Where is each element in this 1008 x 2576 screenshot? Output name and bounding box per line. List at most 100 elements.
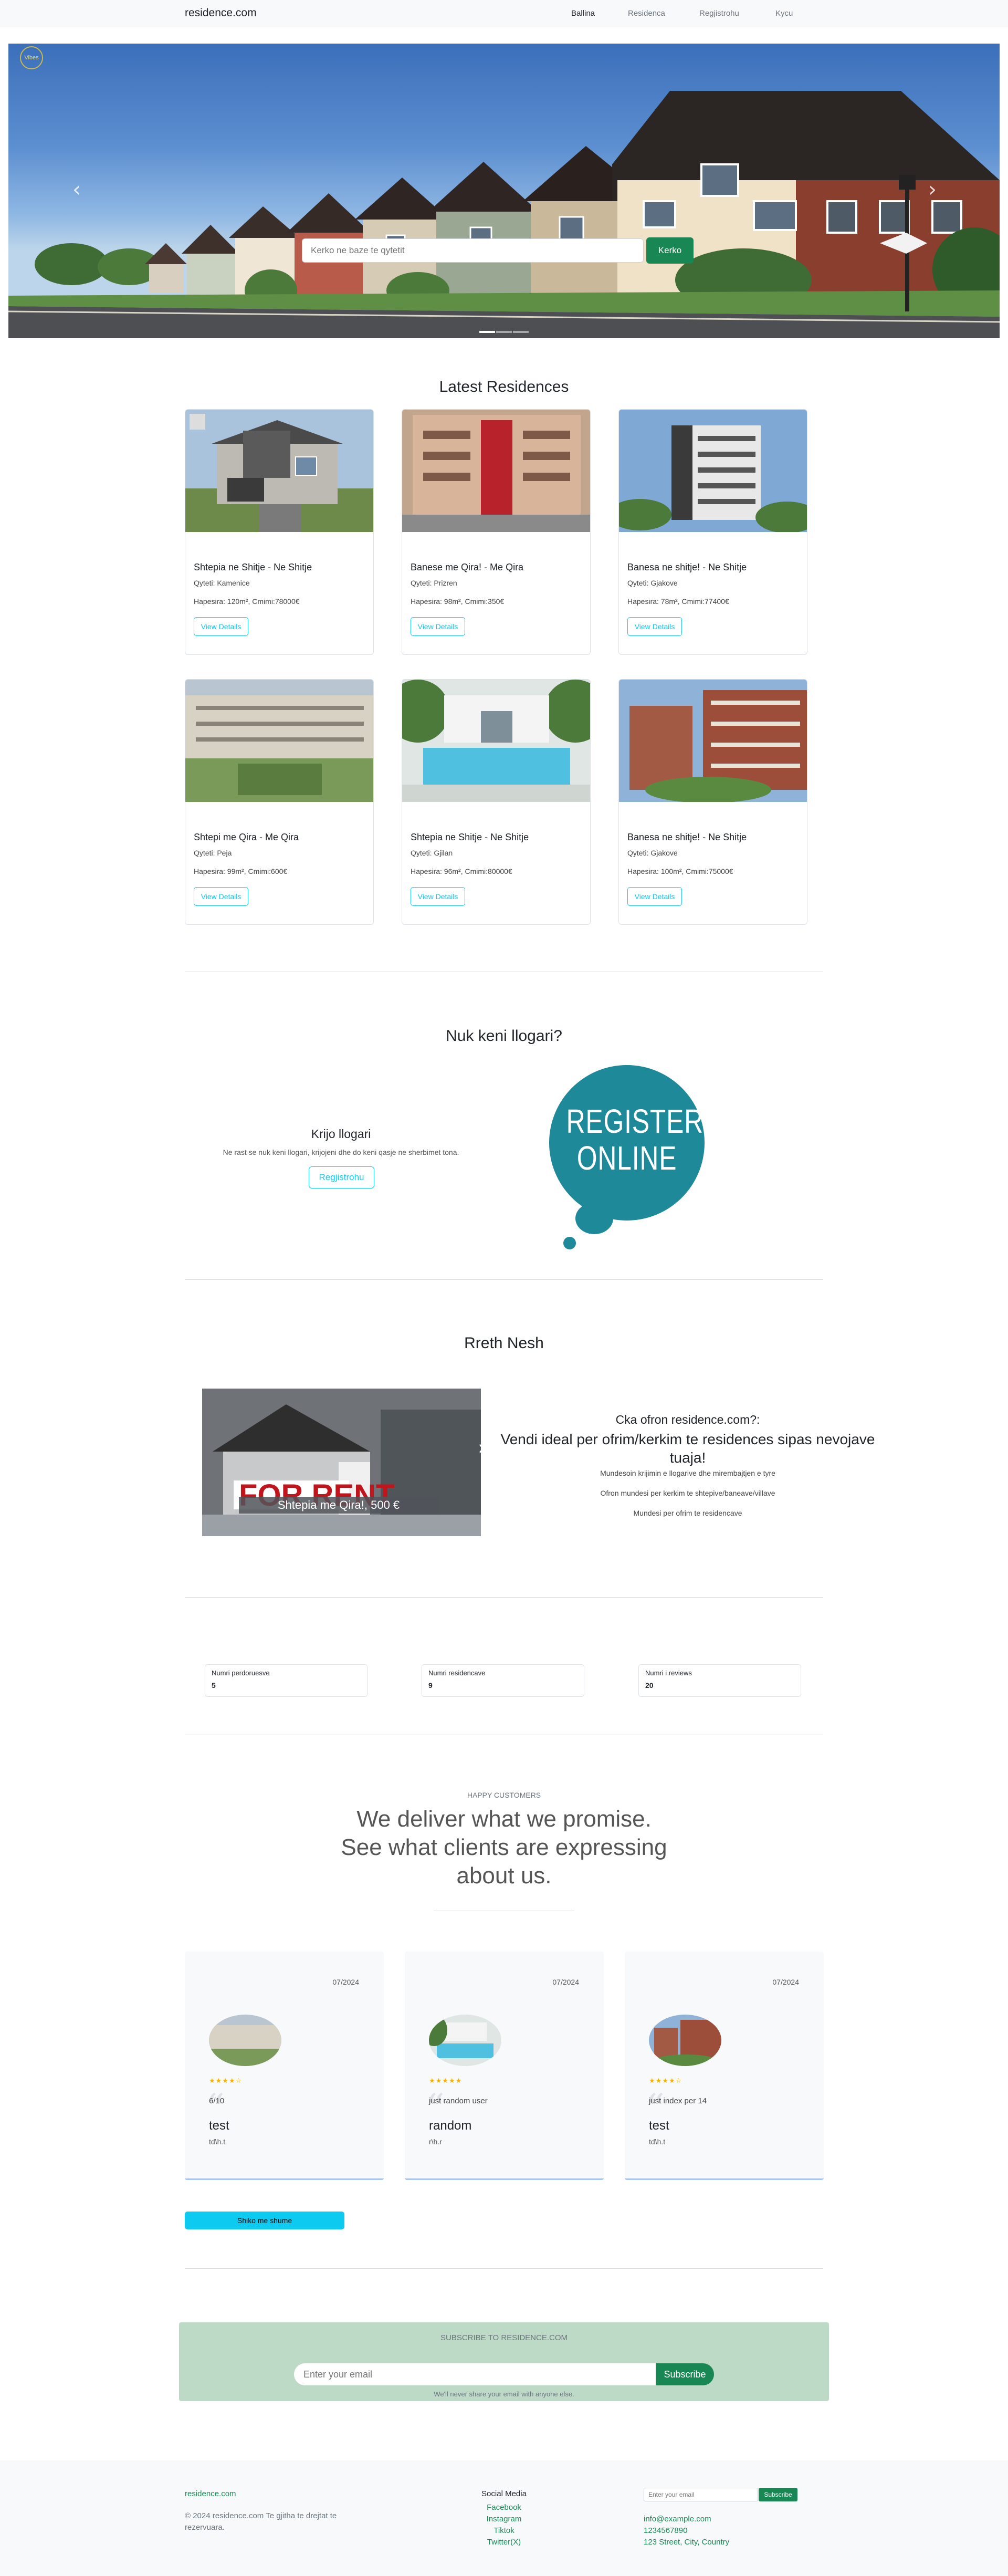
stat-residences: Numri residencave 9 xyxy=(422,1664,584,1697)
carousel-indicator[interactable] xyxy=(479,331,495,333)
stat-label: Numri i reviews xyxy=(645,1669,692,1677)
stat-users: Numri perdoruesve 5 xyxy=(205,1664,368,1697)
footer-brand-link[interactable]: residence.com xyxy=(185,2489,236,2498)
testimonial-subtitle: r\h.r xyxy=(429,2137,442,2146)
residence-info: Hapesira: 120m², Cmimi:78000€ xyxy=(194,597,300,606)
brand-link[interactable]: residence.com xyxy=(185,7,257,19)
stat-label: Numri residencave xyxy=(428,1669,486,1677)
residence-title: Banesa ne shitje! - Ne Shitje xyxy=(627,832,747,842)
residence-city: Qyteti: Kamenice xyxy=(194,579,250,587)
residence-info: Hapesira: 78m², Cmimi:77400€ xyxy=(627,597,729,606)
stat-reviews: Numri i reviews 20 xyxy=(638,1664,801,1697)
residence-card: Shtepia ne Shitje - Ne Shitje Qyteti: Gj… xyxy=(402,679,591,925)
testimonials-heading-line: We deliver what we promise. xyxy=(356,1806,652,1832)
about-carousel-image: FOR RENT › Shtepia me Qira!, 500 € xyxy=(202,1389,481,1536)
hero-logo: Vibes xyxy=(20,46,43,69)
rating-stars: ★★★★★ xyxy=(429,2077,463,2085)
social-media-title: Social Media xyxy=(481,2489,527,2498)
view-details-button[interactable]: View Details xyxy=(411,887,465,906)
for-rent-house-photo xyxy=(202,1389,481,1536)
view-details-button[interactable]: View Details xyxy=(194,887,248,906)
hero-carousel: Vibes ‹ › Kerko xyxy=(8,44,1000,338)
nav-link-residenca[interactable]: Residenca xyxy=(628,9,665,18)
residence-card: Shtepia ne Shitje - Ne Shitje Qyteti: Ka… xyxy=(185,409,374,655)
testimonial-card: 07/2024 ★★★★☆ “ 6/10 test td\h.t xyxy=(185,1952,384,2180)
view-details-button[interactable]: View Details xyxy=(411,617,465,636)
residence-photo xyxy=(185,410,373,532)
residence-card: Banesa ne shitje! - Ne Shitje Qyteti: Gj… xyxy=(618,409,807,655)
about-point: Mundesi per ofrim te residencave xyxy=(633,1509,742,1517)
residence-info: Hapesira: 96m², Cmimi:80000€ xyxy=(411,867,512,875)
carousel-indicator[interactable] xyxy=(496,331,512,333)
about-point: Mundesoin krijimin e llogarive dhe mirem… xyxy=(600,1469,775,1477)
nav-link-regjistrohu[interactable]: Regjistrohu xyxy=(699,9,739,18)
create-account-title: Krijo llogari xyxy=(311,1127,371,1141)
testimonials-heading-line: See what clients are expressing xyxy=(341,1834,667,1860)
register-button[interactable]: Regjistrohu xyxy=(309,1166,374,1188)
nav-link-ballina[interactable]: Ballina xyxy=(571,9,595,18)
carousel-next-button[interactable]: › xyxy=(928,178,937,202)
divider xyxy=(185,1279,823,1280)
residence-card: Shtepi me Qira - Me Qira Qyteti: Peja Ha… xyxy=(185,679,374,925)
instagram-link[interactable]: Instagram xyxy=(462,2515,546,2523)
residence-title: Banese me Qira! - Me Qira xyxy=(411,562,524,572)
contact-phone: 1234567890 xyxy=(644,2526,688,2535)
view-details-button[interactable]: View Details xyxy=(627,887,682,906)
about-carousel-next[interactable]: › xyxy=(478,1436,481,1460)
residence-city: Qyteti: Gjakove xyxy=(627,579,678,587)
subscribe-privacy-note: We'll never share your email with anyone… xyxy=(434,2390,574,2398)
contact-address: 123 Street, City, Country xyxy=(644,2538,730,2547)
register-section-title: Nuk keni llogari? xyxy=(446,1027,562,1045)
testimonial-date: 07/2024 xyxy=(772,1978,799,1986)
tiktok-link[interactable]: Tiktok xyxy=(462,2526,546,2535)
residence-title: Shtepia ne Shitje - Ne Shitje xyxy=(411,832,529,842)
residence-info: Hapesira: 100m², Cmimi:75000€ xyxy=(627,867,733,875)
register-graphic-line2: ONLINE xyxy=(576,1139,677,1177)
search-button[interactable]: Kerko xyxy=(646,237,694,264)
residence-card: Banese me Qira! - Me Qira Qyteti: Prizre… xyxy=(402,409,591,655)
residence-photo xyxy=(619,680,807,802)
carousel-indicator[interactable] xyxy=(513,331,529,333)
testimonial-avatar xyxy=(429,2015,501,2066)
residence-info: Hapesira: 98m², Cmimi:350€ xyxy=(411,597,505,606)
testimonial-avatar xyxy=(209,2015,281,2066)
about-point: Ofron mundesi per kerkim te shtepive/ban… xyxy=(600,1489,775,1497)
subscribe-button[interactable]: Subscribe xyxy=(656,2363,714,2385)
stat-label: Numri perdoruesve xyxy=(212,1669,270,1677)
testimonials-heading: We deliver what we promise. See what cli… xyxy=(0,1805,1008,1890)
residence-card: Banesa ne shitje! - Ne Shitje Qyteti: Gj… xyxy=(618,679,807,925)
city-search-input[interactable] xyxy=(302,238,644,263)
subscribe-title: SUBSCRIBE TO RESIDENCE.COM xyxy=(440,2333,568,2342)
testimonial-name: test xyxy=(649,2119,669,2133)
testimonial-subtitle: td\h.t xyxy=(209,2137,226,2146)
create-account-text: Ne rast se nuk keni llogari, krijojeni d… xyxy=(223,1148,459,1156)
footer-subscribe-button[interactable]: Subscribe xyxy=(759,2488,797,2501)
latest-residences-title: Latest Residences xyxy=(439,378,569,395)
footer-email-input[interactable] xyxy=(644,2488,758,2501)
facebook-link[interactable]: Facebook xyxy=(462,2503,546,2512)
divider xyxy=(185,2268,823,2269)
nav-link-kycu[interactable]: Kycu xyxy=(775,9,793,18)
testimonial-subtitle: td\h.t xyxy=(649,2137,666,2146)
residence-title: Shtepia ne Shitje - Ne Shitje xyxy=(194,562,312,572)
residence-photo xyxy=(619,410,807,532)
residence-photo xyxy=(402,410,590,532)
subscribe-section: SUBSCRIBE TO RESIDENCE.COM Subscribe We'… xyxy=(179,2322,829,2401)
footer: residence.com © 2024 residence.com Te gj… xyxy=(0,2460,1008,2576)
navbar: residence.com Ballina Residenca Regjistr… xyxy=(0,0,1008,27)
register-bubble-tail xyxy=(575,1203,613,1234)
twitter-link[interactable]: Twitter(X) xyxy=(462,2538,546,2547)
contact-email-link[interactable]: info@example.com xyxy=(644,2515,711,2523)
residence-city: Qyteti: Gjakove xyxy=(627,849,678,857)
about-question: Cka ofron residence.com?: xyxy=(615,1413,760,1426)
view-details-button[interactable]: View Details xyxy=(627,617,682,636)
about-headline: Vendi ideal per ofrim/kerkim te residenc… xyxy=(500,1431,875,1466)
residence-photo xyxy=(402,680,590,802)
subscribe-email-input[interactable] xyxy=(294,2363,658,2385)
stat-value: 5 xyxy=(212,1681,216,1689)
residence-city: Qyteti: Peja xyxy=(194,849,232,857)
carousel-prev-button[interactable]: ‹ xyxy=(72,178,81,202)
view-details-button[interactable]: View Details xyxy=(194,617,248,636)
see-more-reviews-button[interactable]: Shiko me shume xyxy=(185,2212,344,2229)
residence-city: Qyteti: Prizren xyxy=(411,579,457,587)
